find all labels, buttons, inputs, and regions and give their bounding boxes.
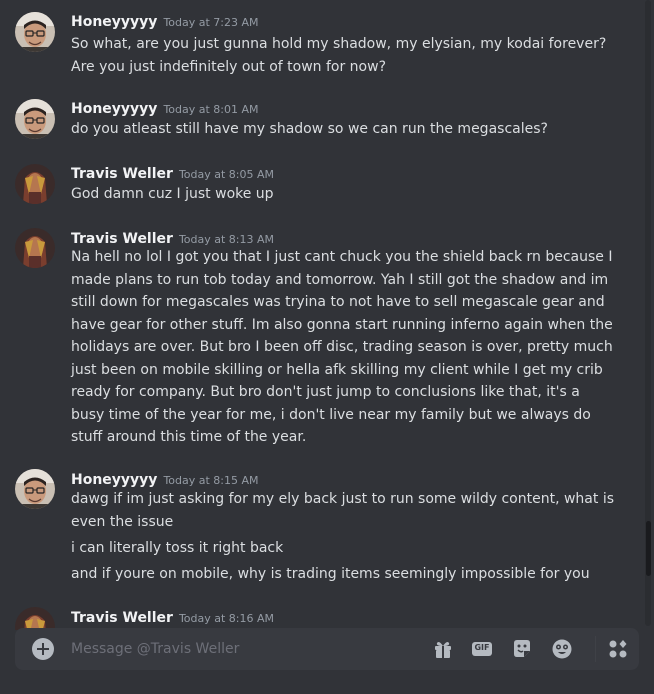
message-line: God damn cuz I just woke up bbox=[71, 186, 274, 202]
message-line: Na hell no lol I got you that I just can… bbox=[71, 249, 613, 265]
timestamp: Today at 8:05 AM bbox=[178, 168, 275, 181]
avatar-travis-weller[interactable] bbox=[15, 164, 55, 204]
gift-icon[interactable] bbox=[432, 638, 454, 660]
scrollbar-thumb[interactable] bbox=[646, 521, 651, 576]
message-content: God damn cuz I just woke up bbox=[71, 183, 616, 206]
message-content: dawg if im just asking for my ely back j… bbox=[71, 488, 616, 533]
avatar-honeyyyyy[interactable] bbox=[15, 12, 55, 52]
composer-divider bbox=[595, 636, 596, 662]
message-line: So what, are you just gunna hold my shad… bbox=[71, 36, 607, 52]
message-followup: and if youre on mobile, why is trading i… bbox=[71, 563, 616, 586]
message-composer: GIF bbox=[15, 628, 639, 670]
gif-icon[interactable]: GIF bbox=[471, 638, 493, 660]
message-line: made plans to run tob today and tomorrow… bbox=[71, 271, 609, 288]
message-line: and if youre on mobile, why is trading i… bbox=[71, 566, 590, 582]
timestamp: Today at 8:15 AM bbox=[163, 474, 259, 487]
author-name[interactable]: Travis Weller bbox=[71, 610, 173, 626]
avatar-honeyyyyy[interactable] bbox=[15, 99, 55, 139]
message-followup: i can literally toss it right back bbox=[71, 537, 616, 560]
message-list: Honeyyyyy Today at 7:23 AM So what, are y… bbox=[0, 0, 640, 630]
message-line: stuff around this time of the year. bbox=[71, 429, 307, 445]
message-header: Honeyyyyy Today at 8:15 AM bbox=[71, 469, 259, 488]
message-content: Na hell no lol I got you that I just can… bbox=[71, 246, 616, 449]
timestamp: Today at 8:13 AM bbox=[178, 233, 275, 246]
message-line: even the issue bbox=[71, 513, 174, 530]
timestamp: Today at 8:01 AM bbox=[163, 103, 259, 116]
message-header: Travis Weller Today at 8:16 AM bbox=[71, 607, 274, 626]
message-line: Are you just indefinitely out of town fo… bbox=[71, 58, 386, 75]
message-line: have gear for other stuff. Im also gonna… bbox=[71, 316, 613, 333]
timestamp: Today at 7:23 AM bbox=[163, 16, 259, 29]
message-header: Honeyyyyy Today at 8:01 AM bbox=[71, 98, 259, 117]
message-line: still down for megascales was tryina to … bbox=[71, 294, 605, 310]
gif-label: GIF bbox=[474, 643, 490, 652]
message-line: i can literally toss it right back bbox=[71, 540, 284, 556]
author-name[interactable]: Honeyyyyy bbox=[71, 101, 157, 117]
apps-icon[interactable] bbox=[607, 638, 629, 660]
message-line: holidays are over. But bro I been off di… bbox=[71, 339, 613, 355]
emoji-icon[interactable] bbox=[551, 638, 573, 660]
sticker-icon[interactable] bbox=[511, 638, 533, 660]
message-input[interactable] bbox=[71, 628, 411, 670]
message-line: busy time of the year for me, i don't li… bbox=[71, 406, 591, 423]
avatar-honeyyyyy[interactable] bbox=[15, 469, 55, 509]
author-name[interactable]: Travis Weller bbox=[71, 166, 173, 182]
message-header: Travis Weller Today at 8:13 AM bbox=[71, 228, 274, 247]
avatar-travis-weller[interactable] bbox=[15, 228, 55, 268]
message-line: dawg if im just asking for my ely back j… bbox=[71, 491, 614, 507]
message-line: ready for company. But bro don't just ju… bbox=[71, 384, 580, 400]
composer-footer bbox=[0, 670, 654, 694]
add-attachment-button[interactable] bbox=[32, 638, 54, 660]
author-name[interactable]: Honeyyyyy bbox=[71, 472, 157, 488]
message-content: So what, are you just gunna hold my shad… bbox=[71, 33, 616, 78]
message-line: do you atleast still have my shadow so w… bbox=[71, 121, 548, 137]
author-name[interactable]: Travis Weller bbox=[71, 231, 173, 247]
message-content: do you atleast still have my shadow so w… bbox=[71, 118, 616, 141]
timestamp: Today at 8:16 AM bbox=[178, 612, 275, 625]
author-name[interactable]: Honeyyyyy bbox=[71, 14, 157, 30]
message-header: Travis Weller Today at 8:05 AM bbox=[71, 163, 274, 182]
avatar-travis-weller[interactable] bbox=[15, 607, 55, 630]
message-header: Honeyyyyy Today at 7:23 AM bbox=[71, 11, 259, 30]
message-line: just been on mobile skilling or hella af… bbox=[71, 361, 603, 378]
